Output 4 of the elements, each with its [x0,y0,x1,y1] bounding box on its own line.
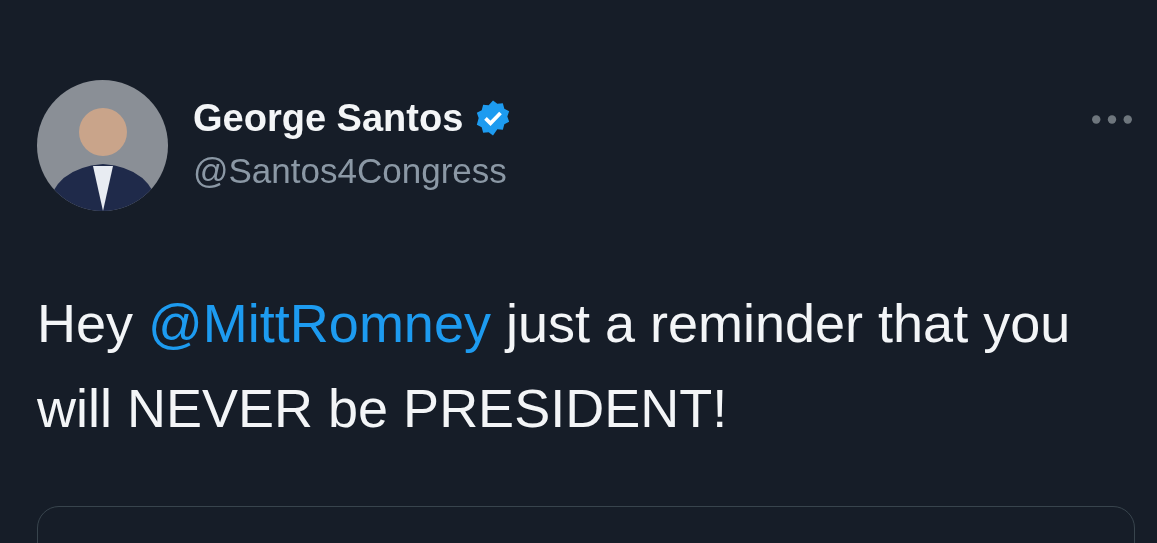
author-name[interactable]: George Santos [193,94,464,142]
author-handle[interactable]: @Santos4Congress [193,146,514,196]
mention-link[interactable]: @MittRomney [148,293,491,353]
tweet-text: Hey @MittRomney just a reminder that you will NEVER be PRESIDENT! [37,292,1072,440]
